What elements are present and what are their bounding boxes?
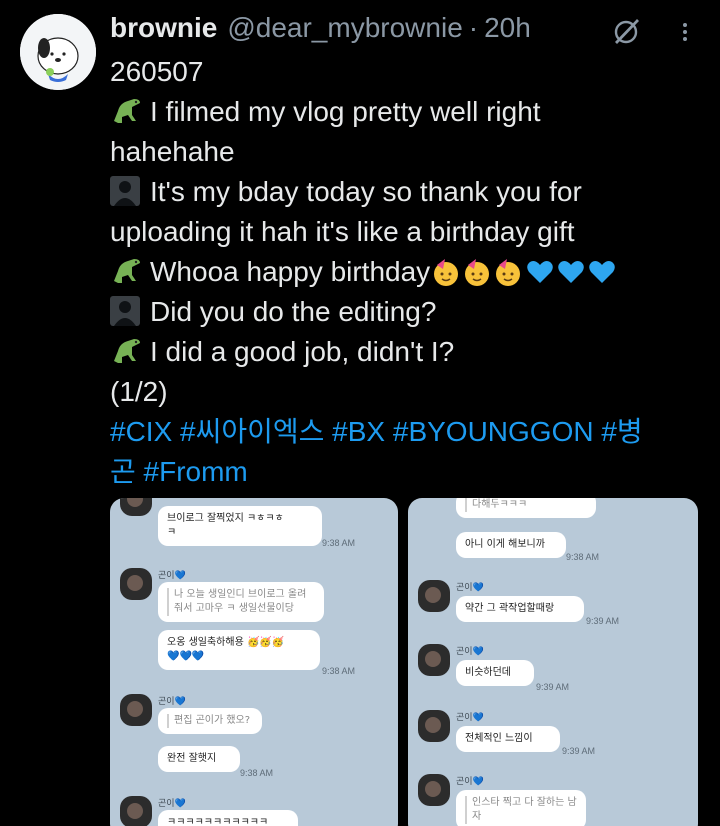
chat-bubble: 아니 이게 해보니까 [456,532,566,558]
sender-name: 곤이💙 [456,713,484,723]
chat-bubble: 완전 잘햇지 [158,746,240,772]
timestamp: 9:39 AM [536,682,570,692]
profile-pic [120,796,152,826]
dino-icon [114,259,140,283]
person-icon [110,296,140,326]
party-face-icon [434,259,459,286]
media-image-2[interactable]: 다해두ㅋㅋㅋ 아니 이게 해보니까 9:38 AM 곤이💙 약간 그 곽작업할때… [408,498,698,826]
sender-name: 곤이💙 [158,697,186,707]
timestamp: 9:38 AM [240,768,274,778]
profile-pic [418,644,450,676]
text-line: Whooa happy birthday [110,252,710,292]
date-line: 260507 [110,56,204,87]
timestamp: 9:38 AM [566,552,600,562]
profile-pic [418,580,450,612]
chat-bubble: 나 오늘 생일인디 브이로그 올려 줘서 고마우 ㅋ 생일선물이당 [158,582,324,622]
media-image-1[interactable]: 브이로그 잘찍었지 ㅋㅎㅋㅎㅋ 9:38 AM 곤이💙 나 오늘 생일인디 브이… [110,498,398,826]
part-indicator: (1/2) [110,376,168,407]
text-line: Did you do the editing? [110,292,710,332]
person-icon [110,176,140,206]
chat-bubble: 오옹 생일축하해용 🥳🥳🥳 💙💙💙 [158,630,320,670]
hashtags[interactable]: 곤 #Fromm [110,452,710,492]
profile-pic [120,568,152,600]
party-face-icon [496,259,521,286]
text-line: It's my bday today so thank you for [110,172,710,212]
profile-pic [120,694,152,726]
author-handle[interactable]: @dear_mybrownie [227,12,462,44]
sender-name: 곤이💙 [158,799,186,809]
text-line: hahehahe [110,136,235,167]
profile-pic [120,498,152,516]
blue-heart-icon [527,261,553,283]
dino-icon [114,99,140,123]
timestamp: 9:39 AM [562,746,596,756]
post-time[interactable]: 20h [484,12,531,44]
chat-bubble: 브이로그 잘찍었지 ㅋㅎㅋㅎㅋ [158,506,322,546]
sender-name: 곤이💙 [158,571,186,581]
grok-icon[interactable] [612,16,642,46]
chat-bubble: 인스타 찍고 다 잘하는 남자 [456,790,586,826]
more-options-icon[interactable] [678,20,692,44]
chat-bubble: ㅋㅋㅋㅋㅋㅋㅋㅋㅋㅋㅋ [158,810,298,826]
timestamp: 9:39 AM [586,616,620,626]
timestamp: 9:38 AM [322,666,356,676]
timestamp: 9:38 AM [322,538,356,548]
hashtags[interactable]: #CIX #씨아이엑스 #BX #BYOUNGGON #병 [110,412,710,452]
dino-icon [114,339,140,363]
text-line: I filmed my vlog pretty well right [110,92,710,132]
post-body: 260507 I filmed my vlog pretty well righ… [110,52,710,492]
chat-bubble: 전체적인 느낌이 [456,726,560,752]
blue-heart-icon [589,261,615,283]
author-name[interactable]: brownie [110,12,217,44]
profile-pic [418,710,450,742]
avatar[interactable] [20,14,96,90]
sender-name: 곤이💙 [456,583,484,593]
post-header: brownie @dear_mybrownie · 20h [110,12,531,46]
chat-bubble: 다해두ㅋㅋㅋ [456,498,596,518]
text-line: I did a good job, didn't I? [110,332,710,372]
sender-name: 곤이💙 [456,777,484,787]
pochacco-avatar-icon [20,14,96,90]
sender-name: 곤이💙 [456,647,484,657]
blue-heart-icon [558,261,584,283]
text-line: uploading it hah it's like a birthday gi… [110,216,575,247]
chat-bubble: 편집 곤이가 했오? [158,708,262,734]
separator: · [468,12,479,43]
chat-bubble: 약간 그 곽작업할때랑 [456,596,584,622]
profile-pic [418,774,450,806]
party-face-icon [465,259,490,286]
chat-bubble: 비슷하던데 [456,660,534,686]
